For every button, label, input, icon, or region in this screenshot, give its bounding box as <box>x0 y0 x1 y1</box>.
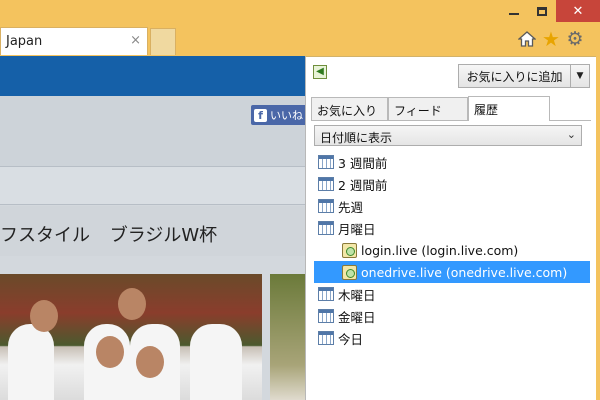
calendar-icon <box>318 155 334 169</box>
maximize-icon <box>537 6 547 16</box>
close-window-button[interactable]: ✕ <box>556 0 600 22</box>
favorites-star-icon[interactable]: ★ <box>541 29 561 49</box>
history-item-thursday[interactable]: 木曜日 <box>314 283 590 305</box>
history-list: 3 週間前 2 週間前 先週 月曜日 login.live (login.liv… <box>314 151 590 349</box>
calendar-icon <box>318 199 334 213</box>
site-header <box>0 56 305 96</box>
history-view-value: 日付順に表示 <box>320 131 393 145</box>
gear-icon[interactable]: ⚙ <box>565 29 585 49</box>
calendar-icon <box>318 309 334 323</box>
new-tab-button[interactable] <box>150 28 176 55</box>
photo-head <box>96 336 124 368</box>
photo-head <box>30 300 58 332</box>
close-icon: ✕ <box>572 3 584 19</box>
calendar-icon <box>318 221 334 235</box>
website-icon <box>342 242 357 258</box>
tab-close-icon[interactable]: × <box>130 33 141 48</box>
photo-player <box>190 324 242 400</box>
photo-player <box>8 324 54 400</box>
pin-pane-icon[interactable]: ◀ <box>313 65 327 79</box>
team-photo[interactable] <box>0 274 262 400</box>
home-icon[interactable] <box>517 29 537 49</box>
side-photo[interactable] <box>270 274 305 400</box>
chevron-down-icon: ⌄ <box>566 128 576 141</box>
history-item-3-weeks-ago[interactable]: 3 週間前 <box>314 151 590 173</box>
calendar-icon <box>318 331 334 345</box>
browser-tab[interactable]: Japan × <box>0 27 148 55</box>
webpage-content: f いいね フスタイル ブラジルW杯 <box>0 56 305 400</box>
minimize-icon <box>509 13 519 15</box>
window-frame-edge <box>596 56 600 400</box>
add-to-favorites-dropdown[interactable]: ▼ <box>570 64 590 88</box>
facebook-icon: f <box>254 108 267 122</box>
minimize-button[interactable] <box>500 0 528 22</box>
facebook-like-button[interactable]: f いいね <box>251 105 305 125</box>
calendar-icon <box>318 177 334 191</box>
history-item-onedrive-live[interactable]: onedrive.live (onedrive.live.com) <box>314 261 590 283</box>
history-item-last-week[interactable]: 先週 <box>314 195 590 217</box>
history-item-friday[interactable]: 金曜日 <box>314 305 590 327</box>
history-item-2-weeks-ago[interactable]: 2 週間前 <box>314 173 590 195</box>
maximize-button[interactable] <box>528 0 556 22</box>
tab-feeds[interactable]: フィード <box>388 97 468 120</box>
tab-title: Japan <box>6 34 43 49</box>
website-icon <box>342 264 357 280</box>
add-to-favorites-button[interactable]: お気に入りに追加 <box>458 64 571 88</box>
photo-head <box>118 288 146 320</box>
calendar-icon <box>318 287 334 301</box>
history-item-login-live[interactable]: login.live (login.live.com) <box>314 239 590 261</box>
site-nav-links[interactable]: フスタイル ブラジルW杯 <box>0 221 217 247</box>
history-view-select[interactable]: 日付順に表示 ⌄ <box>314 125 582 146</box>
tab-history[interactable]: 履歴 <box>468 96 550 121</box>
tab-favorites[interactable]: お気に入り <box>311 97 388 120</box>
site-search-bar <box>0 167 305 205</box>
photo-head <box>136 346 164 378</box>
favorites-center-pane: ◀ お気に入りに追加 ▼ お気に入り フィード 履歴 日付順に表示 ⌄ 3 週間… <box>305 56 596 400</box>
history-item-today[interactable]: 今日 <box>314 327 590 349</box>
history-item-monday[interactable]: 月曜日 <box>314 217 590 239</box>
